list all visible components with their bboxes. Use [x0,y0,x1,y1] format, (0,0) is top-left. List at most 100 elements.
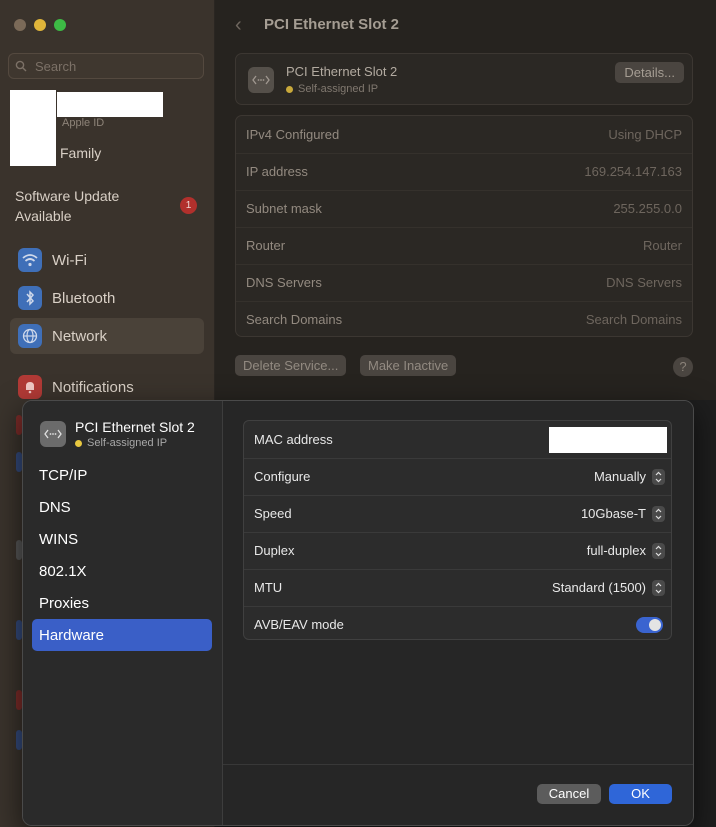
info-row-router: Router Router [236,227,692,265]
ip-info-card: IPv4 Configured Using DHCP IP address 169.… [235,115,693,337]
mac-address-value-redacted [549,426,667,453]
ethernet-icon [40,421,66,447]
updown-chevron-icon [652,505,665,522]
info-row-value: Using DHCP [608,127,682,142]
sheet-sidebar: PCI Ethernet Slot 2 Self-assigned IP TCP… [23,401,223,825]
hw-row-configure: Configure Manually [244,458,671,496]
sidebar-item-software-update[interactable]: Software Update Available [15,186,165,226]
tab-8021x[interactable]: 802.1X [32,555,212,587]
duplex-select[interactable]: full-duplex [586,542,665,559]
tab-wins[interactable]: WINS [32,523,212,555]
info-row-dns: DNS Servers DNS Servers [236,264,692,302]
status-dot-icon [75,439,82,447]
footer-divider [223,764,693,765]
search-field[interactable] [8,53,204,79]
configure-label: Configure [254,469,311,484]
info-row-label: Router [246,238,286,253]
avb-eav-toggle[interactable] [636,616,663,633]
minimize-window-button[interactable] [34,19,46,31]
info-row-ip-address: IP address 169.254.147.163 [236,153,692,191]
mtu-select[interactable]: Standard (1500) [552,579,665,596]
service-name: PCI Ethernet Slot 2 [286,64,398,79]
network-detail-pane: ‹ PCI Ethernet Slot 2 PCI Ethernet Slot … [215,0,716,400]
info-row-value: 169.254.147.163 [584,164,682,179]
details-button[interactable]: Details... [615,62,684,83]
hardware-pane: MAC address Configure Manually Speed 10G… [223,401,693,825]
avb-eav-label: AVB/EAV mode [254,617,344,632]
configure-select[interactable]: Manually [593,468,665,485]
sidebar-item-label: Bluetooth [52,289,116,307]
sheet-service-name: PCI Ethernet Slot 2 [75,419,195,435]
sidebar-item-label: Wi-Fi [52,251,87,269]
sidebar-item-family[interactable]: Family [60,145,101,161]
sidebar-item-network[interactable]: Network [10,318,204,354]
speed-select[interactable]: 10Gbase-T [580,505,665,522]
wifi-icon [18,248,42,272]
hw-row-mac: MAC address [244,421,671,459]
avatar[interactable] [10,90,56,166]
info-row-value: Router [642,238,682,253]
search-input[interactable] [33,57,197,75]
account-name-redacted [57,92,163,117]
info-row-label: IPv4 Configured [246,127,340,142]
hardware-settings-card: MAC address Configure Manually Speed 10G… [243,420,672,640]
service-summary-card: PCI Ethernet Slot 2 Self-assigned IP Det… [235,53,693,105]
tab-dns[interactable]: DNS [32,491,212,523]
help-button[interactable]: ? [673,357,693,377]
info-row-subnet: Subnet mask 255.255.0.0 [236,190,692,228]
info-row-search-domains: Search Domains Search Domains [236,301,692,338]
speed-value: 10Gbase-T [580,506,646,521]
mac-address-label: MAC address [254,432,333,447]
service-status: Self-assigned IP [286,83,378,95]
back-chevron-icon[interactable]: ‹ [235,14,242,37]
info-row-label: Subnet mask [246,201,322,216]
duplex-value: full-duplex [586,543,646,558]
mtu-value: Standard (1500) [552,580,646,595]
make-inactive-button[interactable]: Make Inactive [360,355,457,376]
close-window-button[interactable] [14,19,26,31]
zoom-window-button[interactable] [54,19,66,31]
hw-row-duplex: Duplex full-duplex [244,532,671,570]
sidebar-item-bluetooth[interactable]: Bluetooth [10,280,204,316]
sheet-service-status: Self-assigned IP [75,437,167,449]
hw-row-avb: AVB/EAV mode [244,606,671,643]
info-row-value: DNS Servers [606,275,682,290]
network-icon [18,324,42,348]
hw-row-speed: Speed 10Gbase-T [244,495,671,533]
tab-tcpip[interactable]: TCP/IP [32,459,212,491]
info-row-label: Search Domains [246,312,343,327]
info-row-value: 255.255.0.0 [613,201,682,216]
sidebar-item-label: Notifications [52,378,134,396]
configure-value: Manually [593,469,646,484]
info-row-label: DNS Servers [246,275,322,290]
window-controls [14,19,66,31]
search-icon [15,60,27,72]
software-update-badge: 1 [180,197,197,214]
ok-button[interactable]: OK [609,784,672,804]
duplex-label: Duplex [254,543,295,558]
updown-chevron-icon [652,579,665,596]
info-row-value: Search Domains [585,312,682,327]
ethernet-icon [248,67,274,93]
bluetooth-icon [18,286,42,310]
mtu-label: MTU [254,580,283,595]
speed-label: Speed [254,506,292,521]
sidebar-item-label: Network [52,327,108,345]
service-status-text: Self-assigned IP [298,83,379,95]
info-row-ipv4: IPv4 Configured Using DHCP [236,116,692,154]
updown-chevron-icon [652,542,665,559]
sidebar-item-wifi[interactable]: Wi-Fi [10,242,204,278]
tab-hardware[interactable]: Hardware [32,619,212,651]
updown-chevron-icon [652,468,665,485]
info-row-label: IP address [246,164,308,179]
apple-id-label: Apple ID [62,117,105,129]
tab-proxies[interactable]: Proxies [32,587,212,619]
sheet-service-status-text: Self-assigned IP [87,437,168,449]
notifications-icon [18,375,42,399]
delete-service-button[interactable]: Delete Service... [235,355,347,376]
cancel-button[interactable]: Cancel [537,784,601,804]
status-dot-icon [286,85,293,93]
hw-row-mtu: MTU Standard (1500) [244,569,671,607]
page-title: PCI Ethernet Slot 2 [264,16,400,33]
service-options-sheet: PCI Ethernet Slot 2 Self-assigned IP TCP… [22,400,694,826]
